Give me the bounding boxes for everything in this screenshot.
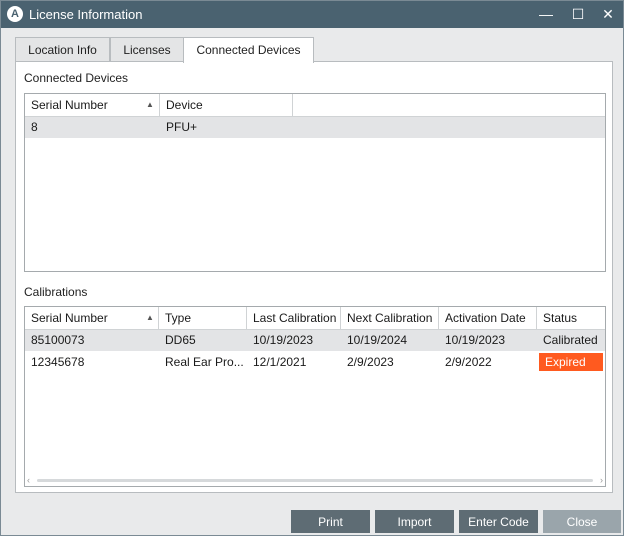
tab-location-info[interactable]: Location Info	[15, 37, 110, 62]
calibrations-label: Calibrations	[24, 285, 88, 299]
tab-connected-devices[interactable]: Connected Devices	[183, 37, 314, 63]
device-cell: PFU+	[166, 120, 198, 134]
activation-date-cell: 10/19/2023	[445, 333, 506, 347]
table-header: Serial Number ▲ Type Last Calibration Ne…	[25, 307, 605, 330]
serial-number-cell: 85100073	[31, 333, 85, 347]
minimize-button[interactable]: —	[529, 1, 563, 28]
close-button[interactable]: Close	[543, 510, 621, 533]
column-header-label: Type	[165, 311, 192, 325]
sort-ascending-icon: ▲	[146, 313, 154, 322]
table-row[interactable]: 8 PFU+	[25, 117, 605, 138]
app-logo-icon: A	[7, 6, 23, 22]
serial-number-cell: 8	[31, 120, 38, 134]
type-cell: DD65	[165, 333, 196, 347]
horizontal-scrollbar[interactable]: ‹ ›	[25, 474, 605, 486]
column-header-serial-number[interactable]: Serial Number	[25, 307, 159, 329]
import-button[interactable]: Import	[375, 510, 454, 533]
scrollbar-track[interactable]	[37, 479, 593, 482]
column-header-label: Serial Number	[31, 311, 108, 325]
status-cell: Calibrated	[543, 333, 598, 347]
connected-devices-label: Connected Devices	[24, 71, 129, 85]
last-calibration-cell: 10/19/2023	[253, 333, 314, 347]
serial-number-cell: 12345678	[31, 355, 85, 369]
maximize-button[interactable]: ☐	[561, 1, 595, 28]
connected-devices-table: Serial Number ▲ Device 8 PFU+	[24, 93, 606, 272]
window-title: License Information	[29, 7, 143, 22]
close-window-button[interactable]: ✕	[591, 1, 624, 28]
column-header-last-calibration[interactable]: Last Calibration	[247, 307, 341, 329]
next-calibration-cell: 2/9/2023	[347, 355, 394, 369]
column-header-activation-date[interactable]: Activation Date	[439, 307, 537, 329]
table-row[interactable]: 12345678 Real Ear Pro... 12/1/2021 2/9/2…	[25, 352, 605, 373]
calibrations-table: Serial Number ▲ Type Last Calibration Ne…	[24, 306, 606, 487]
column-header-serial-number[interactable]: Serial Number	[25, 94, 160, 116]
title-bar: A License Information — ☐ ✕	[1, 1, 623, 28]
column-header-label: Last Calibration	[253, 311, 337, 325]
print-button[interactable]: Print	[291, 510, 370, 533]
column-header-label: Activation Date	[445, 311, 526, 325]
column-header-type[interactable]: Type	[159, 307, 247, 329]
connected-devices-panel: Connected Devices Serial Number ▲ Device…	[15, 61, 613, 493]
column-header-next-calibration[interactable]: Next Calibration	[341, 307, 439, 329]
column-header-label: Next Calibration	[347, 311, 433, 325]
status-expired-badge: Expired	[539, 353, 603, 371]
next-calibration-cell: 10/19/2024	[347, 333, 408, 347]
sort-ascending-icon: ▲	[146, 100, 154, 109]
column-header-label: Device	[166, 98, 203, 112]
column-header-device[interactable]: Device	[160, 94, 293, 116]
column-header-label: Serial Number	[31, 98, 108, 112]
tab-licenses[interactable]: Licenses	[110, 37, 184, 62]
table-row[interactable]: 85100073 DD65 10/19/2023 10/19/2024 10/1…	[25, 330, 605, 351]
table-header: Serial Number ▲ Device	[25, 94, 605, 117]
enter-code-button[interactable]: Enter Code	[459, 510, 538, 533]
column-header-label: Status	[543, 311, 578, 325]
scroll-right-icon[interactable]: ›	[600, 474, 603, 486]
type-cell: Real Ear Pro...	[165, 355, 244, 369]
activation-date-cell: 2/9/2022	[445, 355, 492, 369]
column-header-status[interactable]: Status	[537, 307, 605, 329]
scroll-left-icon[interactable]: ‹	[27, 474, 30, 486]
last-calibration-cell: 12/1/2021	[253, 355, 307, 369]
license-information-window: A License Information — ☐ ✕ Location Inf…	[0, 0, 624, 536]
